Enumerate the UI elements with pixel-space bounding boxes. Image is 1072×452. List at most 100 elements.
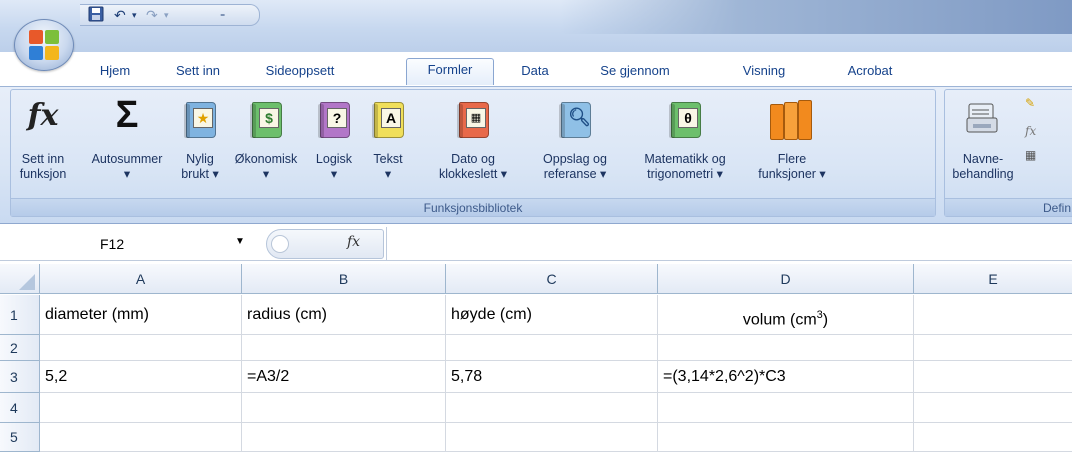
- cell-c3[interactable]: 5,78: [446, 361, 658, 393]
- cell-a3[interactable]: 5,2: [40, 361, 242, 393]
- logical-button[interactable]: ? Logisk ▾: [307, 90, 361, 200]
- quick-access-toolbar: ↶ ▾ ↷ ▾ ₌: [80, 4, 260, 26]
- cell-e5[interactable]: [914, 423, 1072, 452]
- cell-c4[interactable]: [446, 393, 658, 423]
- insert-function-fx-button[interactable]: fx: [347, 234, 360, 250]
- column-header-a[interactable]: A: [40, 264, 242, 294]
- group-title-defined-names: Defin: [945, 198, 1072, 216]
- column-header-e[interactable]: E: [914, 264, 1072, 294]
- use-in-formula-icon[interactable]: fx: [1025, 124, 1036, 138]
- insert-function-button[interactable]: fx Sett inn funksjon: [11, 90, 75, 200]
- row-header-2[interactable]: 2: [0, 335, 40, 361]
- recently-used-button[interactable]: ★ Nylig brukt ▾: [175, 90, 225, 200]
- cell-d3[interactable]: =(3,14*2,6^2)*C3: [658, 361, 914, 393]
- name-box-dropdown-icon[interactable]: ▼: [235, 236, 245, 247]
- customize-qat-icon[interactable]: ₌: [220, 6, 225, 24]
- theta-book-icon: θ: [667, 100, 703, 140]
- math-trig-label-2: trigonometri ▾: [647, 167, 723, 181]
- row-header-1[interactable]: 1: [0, 295, 40, 335]
- row-header-4[interactable]: 4: [0, 393, 40, 423]
- cell-d2[interactable]: [658, 335, 914, 361]
- cell-b1[interactable]: radius (cm): [242, 295, 446, 335]
- date-time-label-2: klokkeslett ▾: [438, 167, 508, 181]
- undo-dropdown-icon[interactable]: ▾: [132, 6, 137, 24]
- tab-formler[interactable]: Formler: [406, 58, 494, 85]
- save-icon[interactable]: [88, 6, 104, 24]
- cell-b2[interactable]: [242, 335, 446, 361]
- cell-e4[interactable]: [914, 393, 1072, 423]
- cell-e2[interactable]: [914, 335, 1072, 361]
- cell-d1[interactable]: volum (cm3): [658, 295, 914, 335]
- question-book-icon: ?: [316, 100, 352, 140]
- create-from-selection-icon[interactable]: ▦: [1025, 148, 1036, 162]
- column-header-c[interactable]: C: [446, 264, 658, 294]
- ribbon: fx Sett inn funksjon Σ Autosummer ▾ ★ Nyli…: [0, 86, 1072, 224]
- row-header-3[interactable]: 3: [0, 361, 40, 393]
- name-manager-button[interactable]: Navne-behandling: [945, 90, 1021, 200]
- cell-e3[interactable]: [914, 361, 1072, 393]
- logical-label: Logisk: [315, 152, 353, 166]
- column-header-d[interactable]: D: [658, 264, 914, 294]
- autosum-button[interactable]: Σ Autosummer ▾: [77, 90, 177, 200]
- financial-dropdown: ▾: [262, 167, 270, 181]
- cell-b4[interactable]: [242, 393, 446, 423]
- insert-function-label: Sett inn: [21, 152, 65, 166]
- date-time-button[interactable]: ▦ Dato og klokkeslett ▾: [421, 90, 525, 200]
- cell-c1[interactable]: høyde (cm): [446, 295, 658, 335]
- text-book-icon: A: [370, 100, 406, 140]
- more-functions-button[interactable]: Flere funksjoner ▾: [743, 90, 841, 200]
- cell-a5[interactable]: [40, 423, 242, 452]
- lookup-reference-button[interactable]: 🔍︎ Oppslag og referanse ▾: [523, 90, 627, 200]
- group-funksjonsbibliotek: fx Sett inn funksjon Σ Autosummer ▾ ★ Nyli…: [10, 89, 936, 217]
- cell-e1[interactable]: [914, 295, 1072, 335]
- math-trig-label: Matematikk og: [644, 152, 726, 166]
- lookup-reference-label-2: referanse ▾: [543, 167, 607, 181]
- tab-data[interactable]: Data: [510, 60, 560, 84]
- tab-se-gjennom[interactable]: Se gjennom: [578, 60, 692, 84]
- money-book-icon: $: [248, 100, 284, 140]
- logical-dropdown: ▾: [330, 167, 338, 181]
- sigma-icon: Σ: [115, 94, 139, 136]
- calendar-book-icon: ▦: [455, 100, 491, 140]
- autosum-label: Autosummer: [91, 152, 163, 166]
- tab-visning[interactable]: Visning: [718, 60, 810, 84]
- text-button[interactable]: A Tekst ▾: [363, 90, 413, 200]
- cell-c5[interactable]: [446, 423, 658, 452]
- row-header-5[interactable]: 5: [0, 423, 40, 452]
- undo-icon[interactable]: ↶: [114, 6, 126, 24]
- group-title-funksjonsbibliotek: Funksjonsbibliotek: [11, 198, 935, 216]
- formula-bar-buttons: fx: [266, 229, 384, 259]
- books-icon: [770, 100, 814, 140]
- name-manager-label: Navne-: [962, 152, 1004, 166]
- insert-function-label-2: funksjon: [19, 167, 67, 181]
- tab-acrobat[interactable]: Acrobat: [832, 60, 908, 84]
- fx-icon: fx: [27, 98, 59, 133]
- column-header-b[interactable]: B: [242, 264, 446, 294]
- text-label: Tekst: [373, 152, 403, 166]
- name-box[interactable]: F12: [0, 227, 266, 261]
- cell-d4[interactable]: [658, 393, 914, 423]
- office-button[interactable]: [14, 19, 74, 71]
- expand-circle-icon: [271, 235, 289, 253]
- cell-b3[interactable]: =A3/2: [242, 361, 446, 393]
- cell-d5[interactable]: [658, 423, 914, 452]
- cell-a4[interactable]: [40, 393, 242, 423]
- recently-used-label-2: brukt ▾: [181, 167, 219, 181]
- cell-c2[interactable]: [446, 335, 658, 361]
- select-all-button[interactable]: [0, 264, 40, 294]
- formula-input[interactable]: [386, 227, 1072, 261]
- autosum-dropdown: ▾: [123, 167, 131, 181]
- math-trig-button[interactable]: θ Matematikk og trigonometri ▾: [631, 90, 739, 200]
- define-name-icon[interactable]: ✎: [1025, 96, 1035, 110]
- cell-b5[interactable]: [242, 423, 446, 452]
- recently-used-label: Nylig: [186, 152, 214, 166]
- redo-dropdown-icon[interactable]: ▾: [164, 6, 169, 24]
- cell-a2[interactable]: [40, 335, 242, 361]
- tab-sideoppsett[interactable]: Sideoppsett: [248, 60, 352, 84]
- financial-button[interactable]: $ Økonomisk ▾: [225, 90, 307, 200]
- tab-hjem[interactable]: Hjem: [82, 60, 148, 84]
- more-functions-label-2: funksjoner ▾: [758, 167, 826, 181]
- tab-sett-inn[interactable]: Sett inn: [160, 60, 236, 84]
- redo-icon[interactable]: ↷: [146, 6, 158, 24]
- cell-a1[interactable]: diameter (mm): [40, 295, 242, 335]
